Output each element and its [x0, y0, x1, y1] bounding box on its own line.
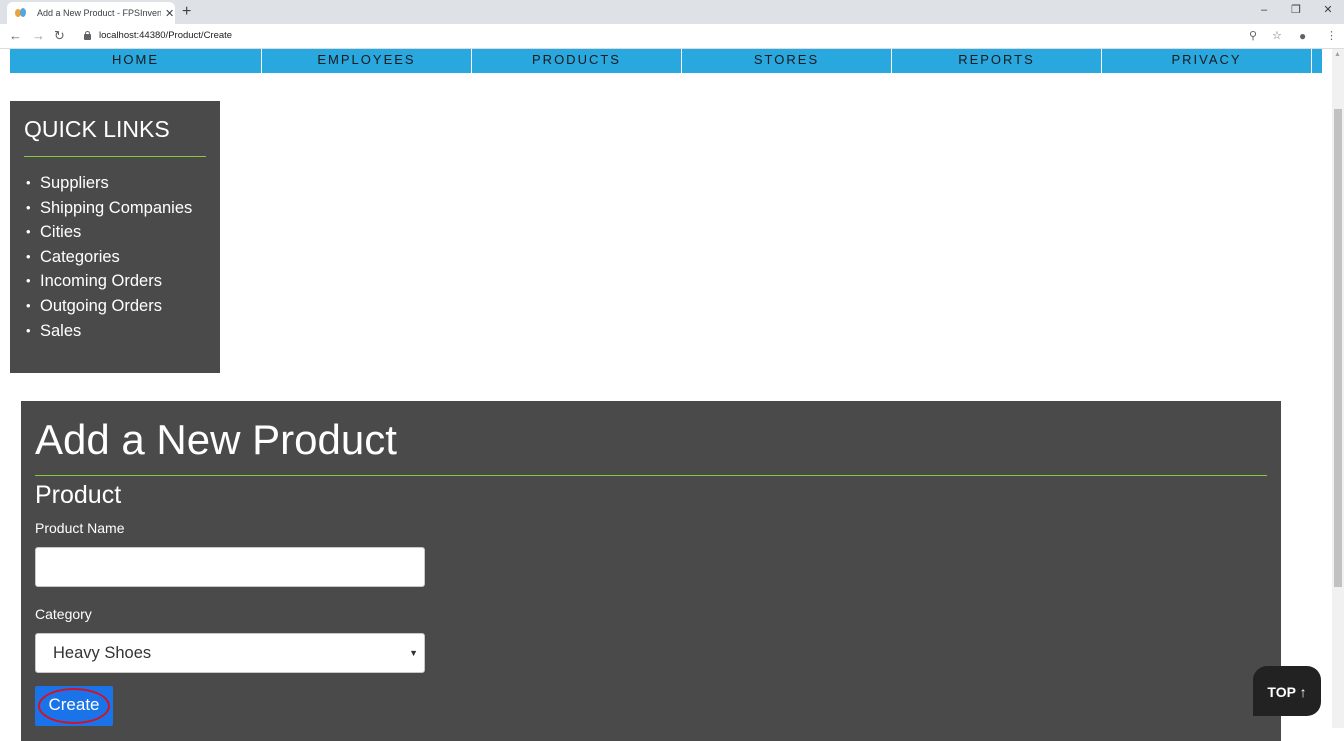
product-name-label: Product Name	[35, 520, 125, 536]
close-window-icon[interactable]: ✕	[1312, 0, 1344, 22]
add-product-panel: Add a New Product Product Product Name C…	[21, 401, 1281, 741]
window-controls: – ❐ ✕	[1248, 0, 1344, 22]
category-label: Category	[35, 606, 92, 622]
address-bar: ← → ↻ localhost:44380/Product/Create ⚲ ☆…	[0, 24, 1344, 49]
quick-link-shipping-companies[interactable]: Shipping Companies	[24, 196, 206, 221]
dropdown-arrow-icon: ▼	[409, 648, 418, 658]
divider	[24, 156, 206, 157]
quick-link-sales[interactable]: Sales	[24, 319, 206, 344]
quick-link-cities[interactable]: Cities	[24, 220, 206, 245]
favicon-icon	[15, 7, 27, 19]
category-selected-value: Heavy Shoes	[53, 644, 152, 662]
nav-employees[interactable]: EMPLOYEES	[262, 49, 472, 73]
star-icon[interactable]: ☆	[1272, 29, 1282, 43]
tab-title: Add a New Product - FPSInvento	[37, 8, 161, 18]
scroll-up-icon[interactable]: ▲	[1334, 51, 1341, 58]
menu-icon[interactable]: ⋮	[1326, 29, 1337, 43]
account-icon[interactable]: ●	[1299, 29, 1306, 43]
back-to-top-button[interactable]: TOP ↑	[1253, 666, 1321, 716]
section-title: Product	[35, 481, 122, 509]
quick-link-outgoing-orders[interactable]: Outgoing Orders	[24, 294, 206, 319]
quick-links-title: QUICK LINKS	[24, 116, 170, 142]
main-nav: HOME EMPLOYEES PRODUCTS STORES REPORTS P…	[10, 49, 1322, 73]
minimize-icon[interactable]: –	[1248, 0, 1280, 22]
lock-icon	[84, 31, 91, 40]
page-title: Add a New Product	[35, 416, 397, 463]
url-field[interactable]: localhost:44380/Product/Create	[99, 30, 232, 41]
nav-privacy[interactable]: PRIVACY	[1102, 49, 1312, 73]
quick-link-categories[interactable]: Categories	[24, 245, 206, 270]
page-scrollbar[interactable]: ▲	[1332, 49, 1344, 728]
new-tab-icon[interactable]: +	[182, 3, 191, 21]
tab-close-icon[interactable]: ✕	[165, 7, 174, 20]
quick-links-panel: QUICK LINKS Suppliers Shipping Companies…	[10, 101, 220, 373]
nav-products[interactable]: PRODUCTS	[472, 49, 682, 73]
highlight-ring	[38, 688, 110, 724]
forward-icon[interactable]: →	[32, 28, 45, 44]
quick-links-list: Suppliers Shipping Companies Cities Cate…	[24, 171, 206, 343]
browser-tab-bar: Add a New Product - FPSInvento ✕ + – ❐ ✕	[0, 0, 1344, 24]
quick-link-suppliers[interactable]: Suppliers	[24, 171, 206, 196]
scroll-thumb[interactable]	[1334, 109, 1342, 587]
reload-icon[interactable]: ↻	[54, 28, 65, 44]
divider	[35, 475, 1267, 476]
create-button[interactable]: Create	[35, 686, 113, 726]
nav-home[interactable]: HOME	[10, 49, 262, 73]
nav-stores[interactable]: STORES	[682, 49, 892, 73]
category-select[interactable]: Heavy Shoes ▼	[35, 633, 425, 673]
restore-icon[interactable]: ❐	[1280, 0, 1312, 22]
product-name-input[interactable]	[35, 547, 425, 587]
back-icon[interactable]: ←	[9, 28, 22, 44]
zoom-icon[interactable]: ⚲	[1249, 29, 1257, 43]
quick-link-incoming-orders[interactable]: Incoming Orders	[24, 269, 206, 294]
nav-reports[interactable]: REPORTS	[892, 49, 1102, 73]
browser-tab[interactable]: Add a New Product - FPSInvento ✕	[7, 2, 175, 24]
